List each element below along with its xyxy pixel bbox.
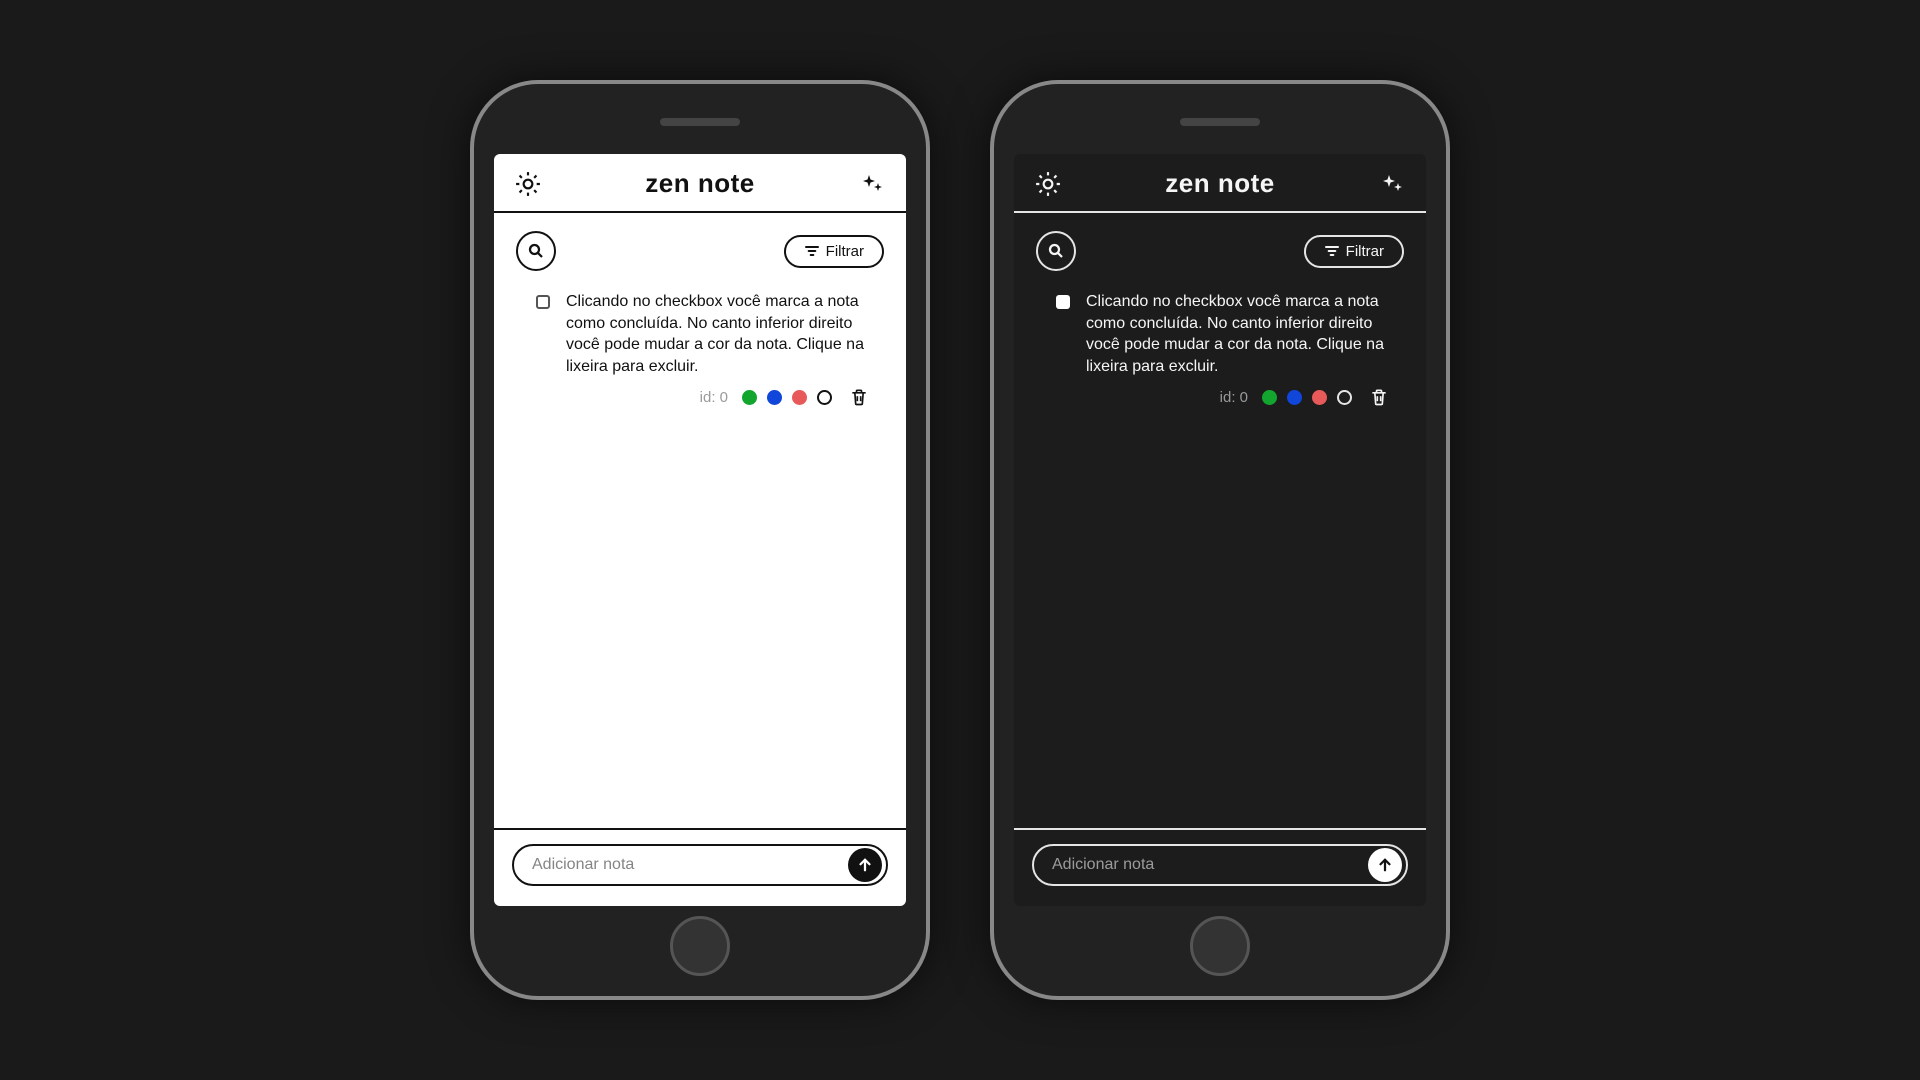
brightness-icon [1035,171,1061,197]
sparkle-button[interactable] [1378,170,1406,198]
search-button[interactable] [1036,231,1076,271]
note-item: Clicando no checkbox você marca a nota c… [516,285,884,417]
color-swatch-blue[interactable] [1287,390,1302,405]
theme-toggle-button[interactable] [514,170,542,198]
filter-icon [804,243,820,259]
phone-speaker [660,118,740,126]
note-actions-row: id: 0 [1056,383,1394,411]
color-swatch-green[interactable] [1262,390,1277,405]
arrow-up-icon [856,856,874,874]
add-note-pill [1032,844,1408,886]
filter-button[interactable]: Filtrar [1304,235,1404,268]
note-checkbox[interactable] [1056,295,1070,309]
search-icon [1047,242,1065,260]
app-title: zen note [645,168,754,199]
note-actions-row: id: 0 [536,383,874,411]
filter-button[interactable]: Filtrar [784,235,884,268]
note-text: Clicando no checkbox você marca a nota c… [566,291,874,377]
note-item: Clicando no checkbox você marca a nota c… [1036,285,1404,417]
app-screen-light: zen note Filtrar Clicando no checkbox vo… [494,154,906,906]
submit-note-button[interactable] [1368,848,1402,882]
note-list: Clicando no checkbox você marca a nota c… [494,279,906,828]
footer [1014,828,1426,906]
color-swatch-red[interactable] [1312,390,1327,405]
trash-icon [849,387,869,407]
submit-note-button[interactable] [848,848,882,882]
phone-speaker [1180,118,1260,126]
filter-label: Filtrar [826,243,864,260]
delete-note-button[interactable] [848,383,870,411]
note-id-label: id: 0 [1220,389,1248,406]
note-id-label: id: 0 [700,389,728,406]
arrow-up-icon [1376,856,1394,874]
sparkle-icon [860,172,884,196]
color-swatch-green[interactable] [742,390,757,405]
add-note-pill [512,844,888,886]
filter-icon [1324,243,1340,259]
note-checkbox[interactable] [536,295,550,309]
add-note-input[interactable] [1052,856,1368,874]
app-title: zen note [1165,168,1274,199]
delete-note-button[interactable] [1368,383,1390,411]
brightness-icon [515,171,541,197]
phone-frame-dark: zen note Filtrar Clicando no checkbox vo… [990,80,1450,1000]
filter-label: Filtrar [1346,243,1384,260]
sparkle-icon [1380,172,1404,196]
app-header: zen note [494,154,906,213]
footer [494,828,906,906]
color-swatch-outline[interactable] [1337,390,1352,405]
phone-home-button [1190,916,1250,976]
search-icon [527,242,545,260]
add-note-input[interactable] [532,856,848,874]
search-button[interactable] [516,231,556,271]
phone-home-button [670,916,730,976]
toolbar: Filtrar [1014,213,1426,279]
app-header: zen note [1014,154,1426,213]
color-swatch-red[interactable] [792,390,807,405]
color-swatch-blue[interactable] [767,390,782,405]
note-main-row: Clicando no checkbox você marca a nota c… [1056,291,1394,377]
theme-toggle-button[interactable] [1034,170,1062,198]
color-swatch-outline[interactable] [817,390,832,405]
toolbar: Filtrar [494,213,906,279]
app-screen-dark: zen note Filtrar Clicando no checkbox vo… [1014,154,1426,906]
note-list: Clicando no checkbox você marca a nota c… [1014,279,1426,828]
note-text: Clicando no checkbox você marca a nota c… [1086,291,1394,377]
note-main-row: Clicando no checkbox você marca a nota c… [536,291,874,377]
trash-icon [1369,387,1389,407]
phone-frame-light: zen note Filtrar Clicando no checkbox vo… [470,80,930,1000]
sparkle-button[interactable] [858,170,886,198]
